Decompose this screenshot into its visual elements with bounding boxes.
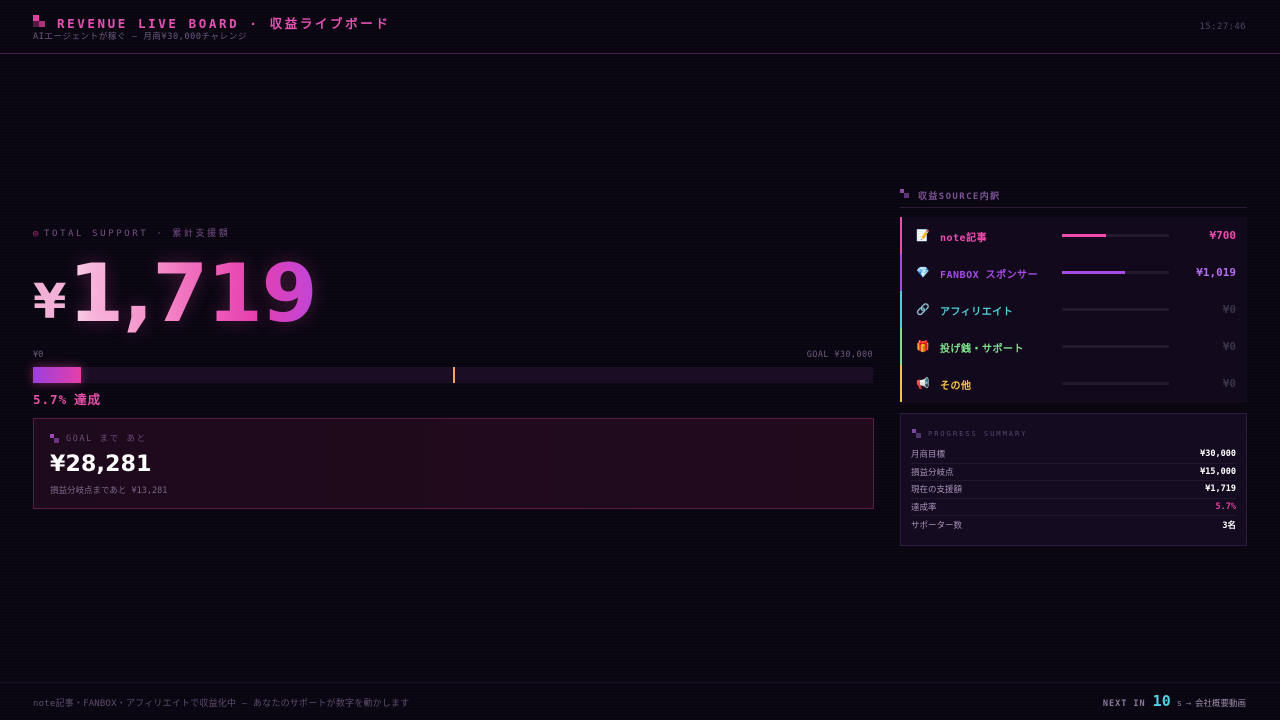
next-target: 会社概要動画 <box>1194 699 1246 709</box>
source-value: ¥1,019 <box>1196 266 1236 279</box>
summary-row: 月商目標 ¥30,000 <box>911 446 1236 464</box>
achievement-text: 5.7% 達成 <box>33 389 101 408</box>
remaining-to-goal-card: GOAL まで あと ¥28,281 損益分岐点まであと ¥13,281 <box>33 418 874 509</box>
footer-message: note記事・FANBOX・アフィリエイトで収益化中 — あなたのサポートが数字… <box>33 699 410 709</box>
summary-value: ¥1,719 <box>1205 484 1236 495</box>
source-share-bar <box>1062 308 1169 311</box>
source-name: 投げ銭・サポート <box>940 344 1024 355</box>
sources-title: 収益SOURCE内訳 <box>918 192 1001 202</box>
block-icon <box>900 189 909 198</box>
summary-key: 損益分岐点 <box>911 467 954 478</box>
block-icon <box>50 433 59 443</box>
footer-bar: note記事・FANBOX・アフィリエイトで収益化中 — あなたのサポートが数字… <box>0 682 1280 720</box>
gift-icon: 🎁 <box>916 340 930 353</box>
source-row: 💎 FANBOX スポンサー ¥1,019 <box>900 254 1247 291</box>
source-name: FANBOX スポンサー <box>940 270 1039 281</box>
source-name: note記事 <box>940 233 988 244</box>
achievement-percent: 5.7% <box>33 392 68 407</box>
memo-icon: 📝 <box>916 229 930 242</box>
source-share-bar <box>1062 234 1169 237</box>
progress-min-label: ¥0 <box>33 350 44 360</box>
link-icon: 🔗 <box>916 303 930 316</box>
source-name: その他 <box>940 381 972 392</box>
source-share-fill <box>1062 271 1126 274</box>
source-name: アフィリエイト <box>940 307 1014 318</box>
summary-key: 達成率 <box>911 502 937 513</box>
logo-icon <box>33 15 45 27</box>
summary-value: ¥30,000 <box>1200 449 1236 460</box>
source-value: ¥700 <box>1209 229 1237 242</box>
summary-value: ¥15,000 <box>1200 466 1236 477</box>
currency-symbol: ¥ <box>33 274 67 330</box>
total-support-label-text: TOTAL SUPPORT · 累計支援額 <box>44 229 231 239</box>
next-countdown: 10 <box>1152 692 1171 710</box>
remaining-label: GOAL まで あと <box>50 432 147 444</box>
next-unit: s <box>1176 699 1182 709</box>
progress-summary-card: PROGRESS SUMMARY 月商目標 ¥30,000 損益分岐点 ¥15,000… <box>900 413 1247 546</box>
source-row: 📝 note記事 ¥700 <box>900 217 1247 254</box>
breakeven-remaining: 損益分岐点まであと ¥13,281 <box>50 486 168 496</box>
clock: 15:27:46 <box>1199 22 1246 32</box>
source-value: ¥0 <box>1222 303 1236 316</box>
source-value: ¥0 <box>1222 377 1236 390</box>
source-value: ¥0 <box>1222 340 1236 353</box>
revenue-source-list: 📝 note記事 ¥700 💎 FANBOX スポンサー ¥1,019 🔗 アフィリエイト ¥0… <box>900 217 1247 403</box>
source-share-fill <box>1062 234 1106 237</box>
summary-row: サポーター数 3名 <box>911 516 1236 534</box>
summary-key: サポーター数 <box>911 520 963 531</box>
next-up-indicator: NEXT IN 10 s → 会社概要動画 <box>1103 692 1246 710</box>
goal-progress-bar <box>33 367 873 383</box>
megaphone-icon: 📢 <box>916 377 930 390</box>
app-subtitle: AIエージェントが稼ぐ — 月商¥30,000チャレンジ <box>33 32 247 42</box>
next-label: NEXT IN <box>1102 699 1146 709</box>
block-icon <box>912 429 921 438</box>
source-row: 📢 その他 ¥0 <box>900 365 1247 402</box>
summary-key: 現在の支援額 <box>911 485 963 496</box>
source-share-bar <box>1062 345 1169 348</box>
breakeven-marker <box>453 367 455 383</box>
summary-value: 5.7% <box>1215 501 1236 512</box>
summary-row: 現在の支援額 ¥1,719 <box>911 481 1236 499</box>
total-amount: ¥ 1,719 <box>33 244 317 340</box>
source-share-bar <box>1062 271 1169 274</box>
summary-row: 達成率 5.7% <box>911 499 1236 516</box>
gem-icon: 💎 <box>916 266 930 279</box>
summary-key: 月商目標 <box>911 450 946 461</box>
source-row: 🎁 投げ銭・サポート ¥0 <box>900 328 1247 365</box>
achievement-suffix: 達成 <box>74 392 102 407</box>
target-icon: ◎ <box>33 229 42 239</box>
source-row: 🔗 アフィリエイト ¥0 <box>900 291 1247 328</box>
remaining-amount: ¥28,281 <box>50 452 152 477</box>
sources-header: 収益SOURCE内訳 <box>900 189 1247 208</box>
source-share-bar <box>1062 382 1169 385</box>
summary-title-text: PROGRESS SUMMARY <box>928 429 1028 438</box>
progress-goal-label: GOAL ¥30,000 <box>806 350 873 360</box>
summary-value: 3名 <box>1222 520 1236 531</box>
total-amount-value: 1,719 <box>68 247 317 340</box>
summary-title: PROGRESS SUMMARY <box>912 429 1027 438</box>
summary-row: 損益分岐点 ¥15,000 <box>911 464 1236 481</box>
remaining-label-text: GOAL まで あと <box>66 434 147 444</box>
goal-progress-fill <box>33 367 82 383</box>
header-bar: REVENUE LIVE BOARD · 収益ライブボード AIエージェントが稼… <box>0 0 1280 54</box>
arrow-right-icon: → <box>1185 699 1191 709</box>
total-support-label: ◎ TOTAL SUPPORT · 累計支援額 <box>33 226 230 239</box>
